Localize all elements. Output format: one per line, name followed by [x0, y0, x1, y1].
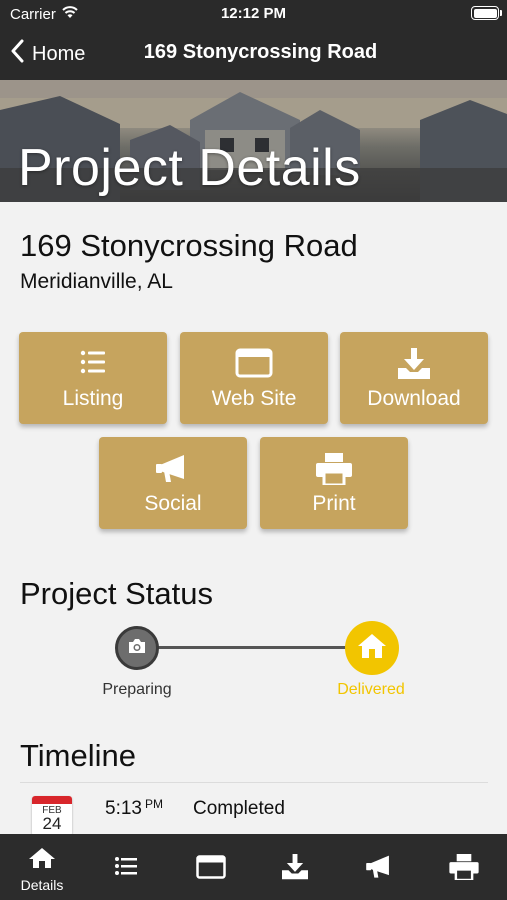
city-state: Meridianville, AL [20, 270, 173, 293]
preparing-label: Preparing [102, 681, 172, 698]
calendar-icon: FEB 24 [32, 796, 72, 836]
delivered-node [345, 621, 399, 675]
timeline-title: Timeline [20, 738, 136, 773]
print-label: Print [312, 492, 356, 515]
list-icon [19, 348, 167, 380]
camera-icon [127, 638, 147, 659]
tab-details[interactable]: Details [0, 834, 84, 900]
tab-print[interactable] [422, 834, 506, 900]
social-button[interactable]: Social [99, 437, 247, 529]
download-label: Download [367, 387, 461, 410]
home-icon [28, 847, 56, 874]
listing-label: Listing [62, 387, 124, 410]
status-track [136, 646, 372, 649]
address-block: 169 Stonycrossing Road Meridianville, AL [20, 228, 358, 294]
timeline-time: 5:13 PM [105, 797, 163, 820]
hero-banner: Project Details [0, 80, 507, 202]
timeline-ampm: PM [144, 797, 163, 811]
project-status-title: Project Status [20, 576, 213, 611]
printer-icon [449, 854, 479, 885]
print-button[interactable]: Print [260, 437, 408, 529]
nav-title: 169 Stonycrossing Road [143, 41, 378, 63]
download-icon [280, 854, 310, 885]
browser-window-icon [180, 348, 328, 380]
timeline-time-value: 5:13 [105, 798, 142, 819]
website-button[interactable]: Web Site [180, 332, 328, 424]
list-icon [114, 856, 138, 881]
tab-details-label: Details [20, 877, 64, 893]
browser-window-icon [196, 855, 226, 884]
website-label: Web Site [211, 387, 297, 410]
hero-title: Project Details [18, 139, 361, 197]
timeline-divider [20, 782, 488, 783]
street-address: 169 Stonycrossing Road [20, 228, 358, 263]
calendar-day: 24 [42, 814, 62, 833]
social-label: Social [144, 492, 202, 515]
timeline-status: Completed [193, 798, 285, 819]
tab-website[interactable] [169, 834, 253, 900]
home-icon [357, 633, 387, 664]
status-time: 12:12 PM [220, 5, 287, 22]
download-icon [340, 348, 488, 380]
status-bar: Carrier 12:12 PM [0, 0, 507, 28]
download-button[interactable]: Download [340, 332, 488, 424]
tab-social[interactable] [338, 834, 422, 900]
printer-icon [260, 453, 408, 485]
tab-bar: Details [0, 834, 507, 900]
megaphone-icon [366, 854, 394, 885]
delivered-label: Delivered [337, 681, 405, 698]
megaphone-icon [99, 453, 247, 485]
tab-listing[interactable] [84, 834, 168, 900]
tab-download[interactable] [253, 834, 337, 900]
battery-icon [471, 6, 502, 20]
nav-bar: Home 169 Stonycrossing Road [0, 30, 507, 76]
preparing-node [115, 626, 159, 670]
listing-button[interactable]: Listing [19, 332, 167, 424]
top-bar: Carrier 12:12 PM Home 169 Stonycrossing … [0, 0, 507, 80]
